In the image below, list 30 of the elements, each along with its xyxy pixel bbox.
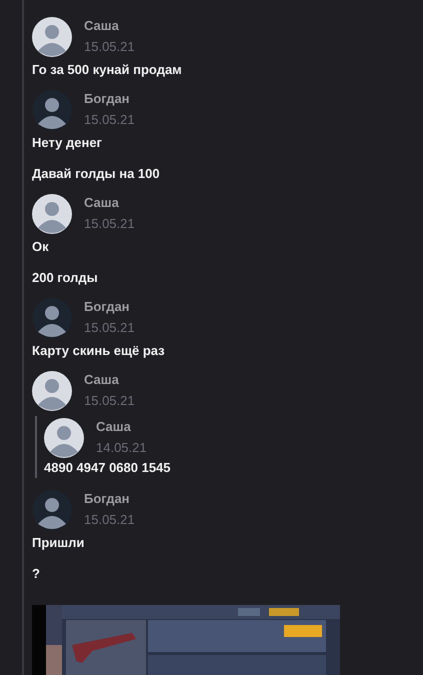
message-date: 15.05.21 [84,112,135,128]
author-name[interactable]: Саша [84,372,135,388]
message-text: Нету денег [32,135,103,151]
message-text: 200 голды [32,270,99,286]
avatar[interactable] [32,194,72,234]
message-text: Пришли [32,535,86,551]
message-date: 15.05.21 [84,512,135,528]
message-text: Го за 500 кунай продам [32,62,183,78]
author-name[interactable]: Богдан [84,299,135,315]
message-text: Карту скинь ещё раз [32,343,166,359]
avatar[interactable] [32,17,72,57]
message-text: ? [32,566,41,582]
message-date: 15.05.21 [84,393,135,409]
avatar[interactable] [44,418,84,458]
message-date: 14.05.21 [96,440,147,456]
avatar[interactable] [32,298,72,338]
quoted-text: 4890 4947 0680 1545 [44,460,171,476]
message-date: 15.05.21 [84,320,135,336]
message-text: Давай голды на 100 [32,166,161,182]
avatar[interactable] [32,490,72,530]
avatar[interactable] [32,371,72,411]
author-name[interactable]: Саша [96,419,147,435]
message-date: 15.05.21 [84,216,135,232]
author-name[interactable]: Саша [84,18,135,34]
author-name[interactable]: Богдан [84,91,135,107]
author-name[interactable]: Богдан [84,491,135,507]
message-date: 15.05.21 [84,39,135,55]
message-text: Ок [32,239,50,255]
avatar[interactable] [32,90,72,130]
author-name[interactable]: Саша [84,195,135,211]
